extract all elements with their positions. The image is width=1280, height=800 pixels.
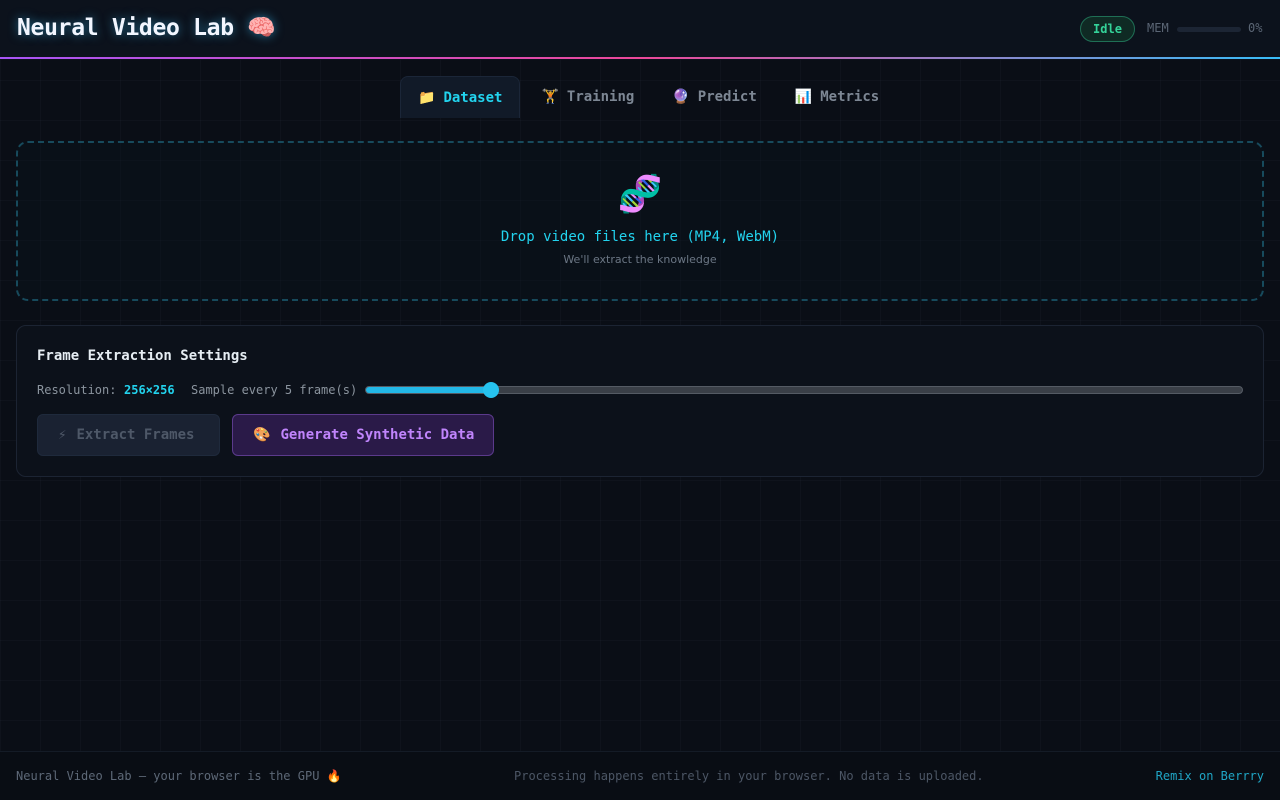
folder-icon: 📁 (418, 89, 436, 106)
weightlifter-icon: 🏋 (541, 89, 559, 105)
tab-label: Training (566, 89, 635, 105)
resolution-value: 256×256 (124, 383, 175, 397)
footer: Neural Video Lab — your browser is the G… (0, 751, 1280, 800)
lightning-icon: ⚡ (58, 427, 67, 443)
tab-label: Metrics (820, 89, 880, 105)
bar-chart-icon: 📊 (794, 89, 813, 105)
slider-fill (366, 387, 492, 393)
tab-predict[interactable]: 🔮 Predict (655, 76, 773, 118)
footer-privacy-note: Processing happens entirely in your brow… (514, 769, 984, 783)
tab-dataset[interactable]: 📁 Dataset (400, 76, 521, 118)
tab-bar: 📁 Dataset 🏋 Training 🔮 Predict 📊 Metrics (400, 76, 900, 118)
panel-title: Frame Extraction Settings (37, 348, 248, 364)
extract-frames-label: Extract Frames (76, 427, 195, 443)
extract-frames-button[interactable]: ⚡ Extract Frames (37, 414, 220, 456)
mem-value: 0% (1248, 21, 1263, 35)
footer-tagline: Neural Video Lab — your browser is the G… (16, 769, 342, 783)
tab-metrics[interactable]: 📊 Metrics (778, 76, 896, 118)
generate-synthetic-data-button[interactable]: 🎨 Generate Synthetic Data (232, 414, 494, 456)
dropzone-subtitle: We'll extract the knowledge (563, 253, 717, 266)
frame-extraction-panel: Frame Extraction Settings Resolution: 25… (16, 325, 1264, 477)
header-divider (0, 57, 1280, 59)
tab-label: Predict (697, 89, 757, 105)
sample-rate-label: Sample every 5 frame(s) (191, 383, 358, 397)
app-header: Neural Video Lab 🧠 Idle MEM 0% (0, 0, 1280, 60)
dna-icon: 🧬 (617, 174, 663, 215)
remix-link[interactable]: Remix on Berrry (1156, 769, 1264, 783)
palette-icon: 🎨 (253, 427, 271, 443)
slider-thumb[interactable] (482, 382, 499, 398)
crystal-ball-icon: 🔮 (672, 89, 690, 105)
dropzone-title: Drop video files here (MP4, WebM) (500, 229, 780, 245)
resolution-label: Resolution: (37, 383, 117, 397)
app-title: Neural Video Lab 🧠 (17, 15, 276, 41)
mem-label: MEM (1147, 21, 1169, 35)
status-badge: Idle (1080, 16, 1135, 42)
generate-synthetic-data-label: Generate Synthetic Data (280, 427, 475, 443)
video-dropzone[interactable]: 🧬 Drop video files here (MP4, WebM) We'l… (16, 141, 1264, 301)
tab-label: Dataset (443, 89, 503, 106)
mem-usage-bar (1177, 27, 1241, 32)
tab-training[interactable]: 🏋 Training (524, 76, 651, 118)
